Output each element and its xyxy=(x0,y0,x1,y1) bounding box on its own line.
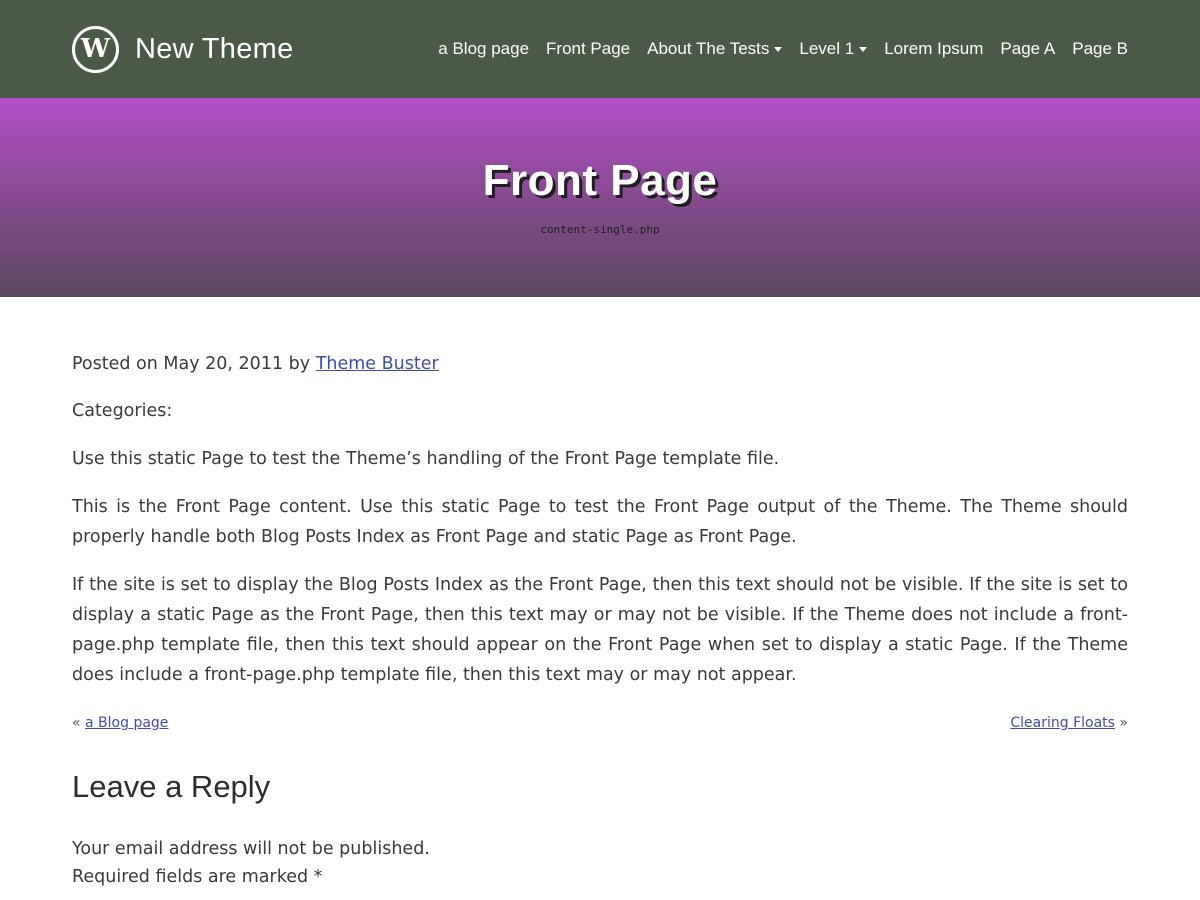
nav-item-label: Page A xyxy=(1000,39,1056,58)
post-navigation: « a Blog page Clearing Floats » xyxy=(72,708,1128,738)
previous-arrow: « xyxy=(72,715,81,731)
next-arrow: » xyxy=(1119,715,1128,731)
nav-item-lorem-ipsum[interactable]: Lorem Ipsum xyxy=(884,39,983,59)
chevron-down-icon xyxy=(774,46,783,52)
nav-item-label: Front Page xyxy=(546,39,631,58)
nav-item-label: Page B xyxy=(1072,39,1128,58)
categories-label: Categories: xyxy=(72,401,173,421)
comment-notes: Your email address will not be published… xyxy=(72,835,1128,891)
required-fields-note: Required fields are marked * xyxy=(72,867,323,887)
nav-item-blog-page[interactable]: a Blog page xyxy=(438,39,529,59)
next-post-link[interactable]: Clearing Floats xyxy=(1010,715,1115,731)
nav-item-page-a[interactable]: Page A xyxy=(1000,39,1055,59)
previous-post-link[interactable]: a Blog page xyxy=(85,715,168,731)
reply-title: Leave a Reply xyxy=(72,769,271,804)
main-nav: a Blog page Front Page About The Tests L… xyxy=(438,39,1128,59)
post-paragraph: If the site is set to display the Blog P… xyxy=(72,575,1128,685)
page-title: Front Page xyxy=(482,156,718,205)
template-file-label: content-single.php xyxy=(540,223,660,236)
author-link[interactable]: Theme Buster xyxy=(316,354,439,374)
site-title: New Theme xyxy=(135,32,294,65)
nav-item-page-b[interactable]: Page B xyxy=(1072,39,1128,59)
nav-item-label: Lorem Ipsum xyxy=(884,39,984,58)
previous-post: « a Blog page xyxy=(72,708,168,738)
nav-item-about-the-tests[interactable]: About The Tests xyxy=(647,39,783,59)
nav-item-label: About The Tests xyxy=(647,39,770,58)
nav-item-label: Level 1 xyxy=(799,39,855,58)
post-meta: Posted on May 20, 2011 by Theme Buster xyxy=(72,349,1128,379)
post-content: Posted on May 20, 2011 by Theme Buster C… xyxy=(0,297,1200,891)
site-header: W New Theme a Blog page Front Page About… xyxy=(0,0,1200,98)
email-note: Your email address will not be published… xyxy=(72,839,430,859)
page-hero: Front Page content-single.php xyxy=(0,98,1200,297)
nav-item-front-page[interactable]: Front Page xyxy=(546,39,630,59)
wordpress-logo-icon: W xyxy=(72,25,119,73)
nav-item-label: a Blog page xyxy=(438,39,530,58)
site-brand-link[interactable]: W New Theme xyxy=(72,25,294,73)
nav-item-level-1[interactable]: Level 1 xyxy=(799,39,868,59)
chevron-down-icon xyxy=(859,46,868,52)
post-paragraph: This is the Front Page content. Use this… xyxy=(72,497,1128,547)
post-paragraph: Use this static Page to test the Theme’s… xyxy=(72,449,780,469)
posted-on-text: Posted on May 20, 2011 by xyxy=(72,354,316,374)
next-post: Clearing Floats » xyxy=(1010,708,1128,738)
